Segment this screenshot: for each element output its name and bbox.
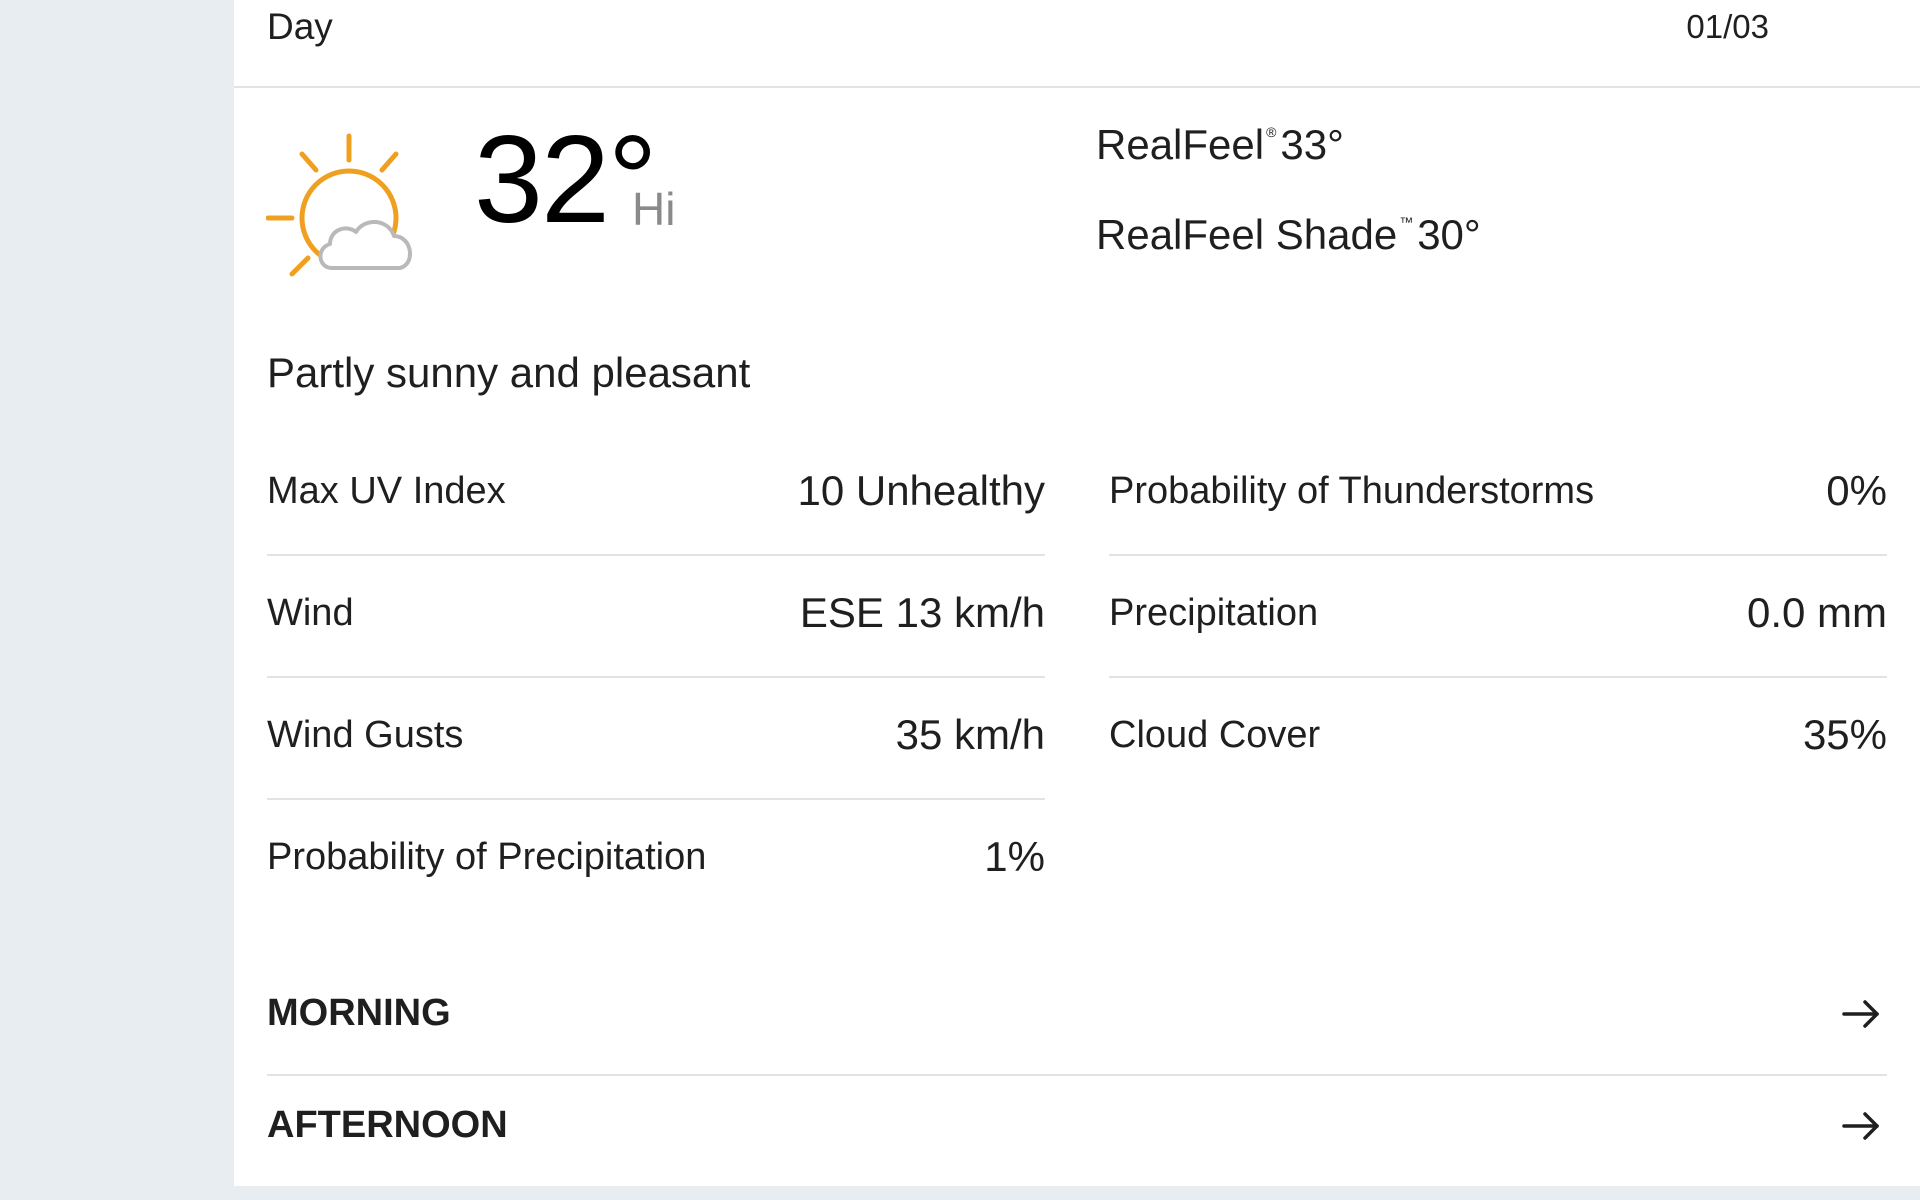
detail-label: Wind bbox=[267, 592, 354, 634]
date-label: 01/03 bbox=[1686, 8, 1769, 45]
day-label: Day bbox=[267, 6, 333, 47]
detail-row-wind: Wind ESE 13 km/h bbox=[267, 556, 1045, 678]
detail-row-thunderstorms: Probability of Thunderstorms 0% bbox=[1109, 434, 1887, 556]
realfeel-shade-label: RealFeel Shade bbox=[1096, 211, 1398, 258]
detail-row-uv: Max UV Index 10 Unhealthy bbox=[267, 434, 1045, 556]
detail-value: 0.0 mm bbox=[1746, 589, 1887, 636]
detail-label: Precipitation bbox=[1109, 592, 1319, 634]
temperature-value: 32° bbox=[474, 111, 658, 249]
realfeel-label: RealFeel bbox=[1096, 121, 1265, 168]
detail-value: ESE 13 km/h bbox=[799, 589, 1045, 636]
day-forecast-card: Day 01/03 32° Hi RealFeel ®33° RealFeel S… bbox=[234, 0, 1920, 1186]
trademark-mark: ™ bbox=[1399, 214, 1414, 230]
arrow-right-icon bbox=[1842, 1112, 1879, 1140]
details-left-column: Max UV Index 10 Unhealthy Wind ESE 13 km… bbox=[267, 434, 1045, 922]
realfeel-shade: RealFeel Shade ™30° bbox=[1096, 214, 1481, 256]
morning-link[interactable]: MORNING bbox=[267, 964, 1887, 1076]
weather-phrase: Partly sunny and pleasant bbox=[267, 349, 751, 396]
realfeel: RealFeel ®33° bbox=[1096, 124, 1344, 166]
realfeel-value: 33° bbox=[1280, 121, 1344, 168]
page: Day 01/03 32° Hi RealFeel ®33° RealFeel S… bbox=[0, 0, 1920, 1200]
detail-value: 35 km/h bbox=[895, 711, 1045, 758]
details-right-column: Probability of Thunderstorms 0% Precipit… bbox=[1109, 434, 1887, 800]
detail-label: Cloud Cover bbox=[1109, 714, 1321, 756]
detail-label: Probability of Precipitation bbox=[267, 836, 707, 878]
detail-value: 0% bbox=[1826, 467, 1887, 514]
detail-row-cloud-cover: Cloud Cover 35% bbox=[1109, 678, 1887, 800]
detail-row-wind-gusts: Wind Gusts 35 km/h bbox=[267, 678, 1045, 800]
registered-mark: ® bbox=[1266, 124, 1277, 140]
detail-label: Max UV Index bbox=[267, 470, 506, 512]
morning-label: MORNING bbox=[267, 992, 451, 1034]
afternoon-label: AFTERNOON bbox=[267, 1104, 508, 1146]
temperature-hi-label: Hi bbox=[632, 183, 676, 235]
detail-label: Wind Gusts bbox=[267, 714, 464, 756]
detail-value: 10 Unhealthy bbox=[797, 467, 1045, 514]
realfeel-shade-value: 30° bbox=[1417, 211, 1481, 258]
detail-value: 35% bbox=[1802, 711, 1887, 758]
card-header: Day 01/03 bbox=[234, 0, 1920, 88]
detail-row-precipitation: Precipitation 0.0 mm bbox=[1109, 556, 1887, 678]
arrow-right-icon bbox=[1842, 1000, 1879, 1028]
afternoon-link[interactable]: AFTERNOON bbox=[267, 1076, 1887, 1188]
detail-row-precip-probability: Probability of Precipitation 1% bbox=[267, 800, 1045, 922]
partly-sunny-icon bbox=[266, 133, 412, 277]
detail-value: 1% bbox=[984, 833, 1045, 880]
detail-label: Probability of Thunderstorms bbox=[1109, 470, 1595, 512]
